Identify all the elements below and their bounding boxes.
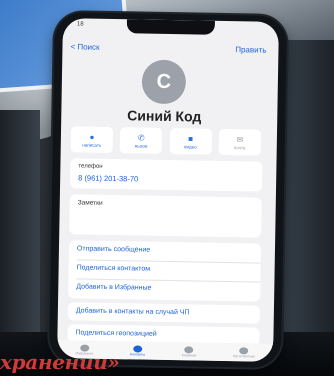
phone-number-link[interactable]: 8 (961) 201-38-70 [78, 173, 138, 183]
edit-button[interactable]: Править [235, 45, 266, 55]
avatar: С [141, 59, 187, 105]
phone-card: телефон 8 (961) 201-38-70 [70, 158, 263, 192]
tab-keypad-label: Клавиши [181, 352, 197, 358]
phone-icon: ✆ [137, 132, 145, 143]
caption-text: хранении» [0, 350, 120, 374]
emergency-card: Добавить в контакты на случай ЧП [67, 302, 260, 324]
background-right-shadow [284, 40, 334, 340]
tab-voicemail[interactable]: Автоответчик [233, 346, 255, 359]
background-left-shadow [0, 110, 40, 340]
phone-screen: 18 < Поиск Править С Синий Код ● написат… [57, 18, 279, 362]
tab-keypad[interactable]: Клавиши [181, 345, 197, 358]
contact-name: Синий Код [127, 107, 202, 125]
divider [76, 259, 261, 264]
video-label: видео [184, 143, 197, 149]
tab-voicemail-label: Автоответчик [233, 353, 255, 359]
mail-label: почта [233, 144, 246, 150]
notes-label: Заметки [77, 199, 103, 207]
add-favorites-item[interactable]: Добавить в Избранные [76, 283, 151, 291]
divider [76, 278, 261, 283]
call-button[interactable]: ✆ вызов [119, 127, 163, 154]
share-contact-item[interactable]: Поделиться контактом [77, 264, 151, 272]
notes-card[interactable]: Заметки [69, 194, 262, 238]
phone-notch [126, 19, 215, 35]
video-icon: ■ [188, 133, 194, 143]
actions-menu: Отправить сообщение Поделиться контактом… [68, 240, 262, 302]
back-button[interactable]: < Поиск [70, 42, 99, 52]
status-time: 18 [76, 21, 84, 28]
call-label: вызов [134, 142, 148, 149]
send-message-item[interactable]: Отправить сообщение [77, 245, 150, 253]
mail-button[interactable]: ✉ почта [218, 128, 262, 156]
phone-label: телефон [78, 163, 103, 170]
add-emergency-contact-item[interactable]: Добавить в контакты на случай ЧП [76, 307, 190, 316]
message-icon: ● [89, 132, 95, 142]
share-location-item[interactable]: Поделиться геопозицией [75, 329, 156, 337]
action-buttons: ● написать ✆ вызов ■ видео ✉ почта [70, 126, 262, 156]
message-label: написать [82, 141, 102, 148]
mail-icon: ✉ [236, 134, 244, 144]
video-button[interactable]: ■ видео [169, 128, 212, 155]
phone-device: 18 < Поиск Править С Синий Код ● написат… [48, 12, 288, 368]
message-button[interactable]: ● написать [70, 126, 114, 154]
